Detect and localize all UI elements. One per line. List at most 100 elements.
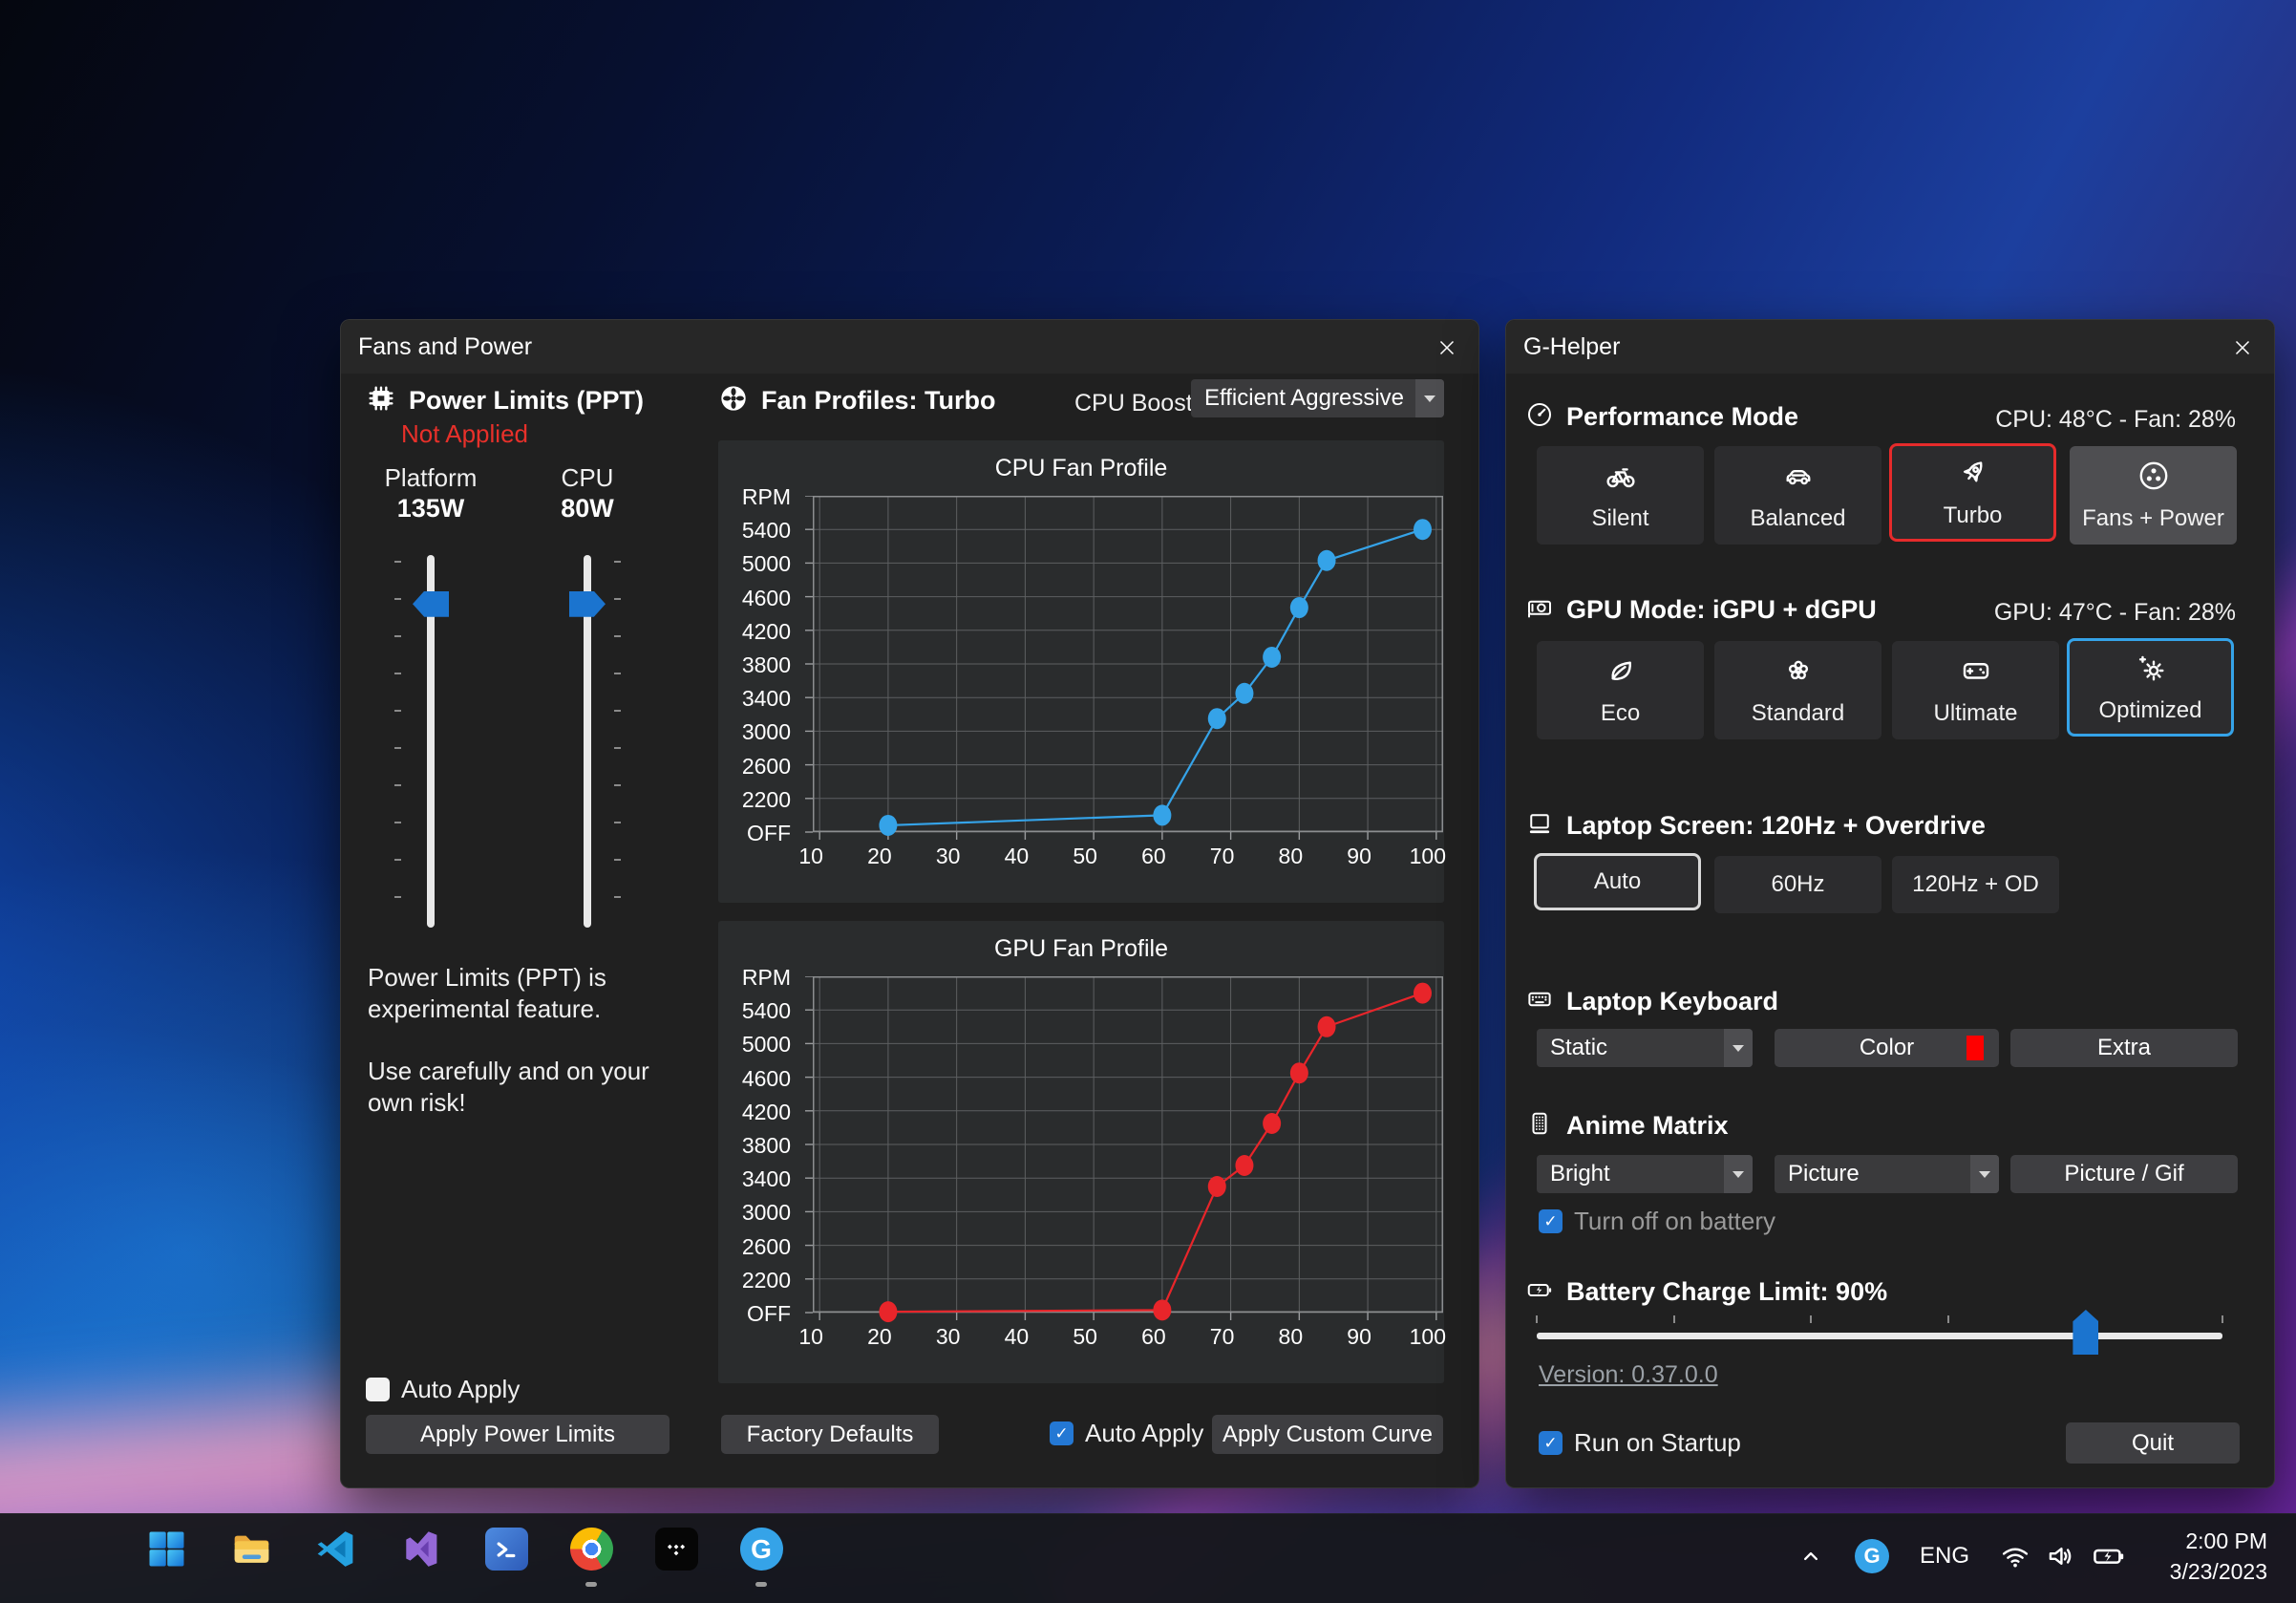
tray-speaker-icon[interactable]	[2042, 1537, 2080, 1575]
ghelper-titlebar[interactable]: G-Helper	[1506, 320, 2274, 374]
tray-ghelper-icon[interactable]: G	[1855, 1539, 1889, 1573]
fan-curve-point[interactable]	[879, 815, 897, 836]
screen-tile-120hz-od[interactable]: 120Hz + OD	[1892, 856, 2059, 913]
tray-battery-icon[interactable]	[2088, 1537, 2130, 1575]
apply-power-limits-button[interactable]: Apply Power Limits	[366, 1415, 670, 1454]
tray-language-indicator[interactable]: ENG	[1916, 1535, 1973, 1577]
cpu-value: 80W	[521, 494, 654, 524]
fan-curve-point[interactable]	[1414, 519, 1432, 540]
keyboard-extra-button[interactable]: Extra	[2010, 1029, 2238, 1067]
gpu-fan-chart[interactable]: GPU Fan Profile RPM540050004600420038003…	[718, 921, 1444, 1383]
fan-curve-point[interactable]	[1153, 804, 1171, 825]
perf-tile-turbo[interactable]: Turbo	[1889, 443, 2056, 542]
perf-tile-balanced[interactable]: Balanced	[1714, 446, 1881, 545]
apply-custom-curve-button[interactable]: Apply Custom Curve	[1212, 1415, 1443, 1454]
fan-curve-point[interactable]	[1414, 983, 1432, 1004]
fan-curve-point[interactable]	[1235, 683, 1253, 704]
fan-curve-point[interactable]	[1153, 1299, 1171, 1320]
platform-slider-ticks	[394, 561, 401, 926]
platform-slider-thumb[interactable]	[413, 591, 449, 617]
close-icon[interactable]	[1431, 331, 1463, 364]
taskbar-visual-studio-icon[interactable]	[393, 1528, 449, 1591]
cpu-slider-thumb[interactable]	[569, 591, 606, 617]
y-tick-label: OFF	[718, 1301, 791, 1327]
matrix-content-dropdown[interactable]: Picture	[1775, 1155, 1999, 1193]
x-tick-label: 30	[926, 1324, 970, 1350]
gamepad-icon	[1959, 653, 1993, 693]
gpu-tile-ultimate[interactable]: Ultimate	[1892, 641, 2059, 739]
tile-label: Silent	[1591, 505, 1648, 532]
version-link[interactable]: Version: 0.37.0.0	[1539, 1361, 1718, 1389]
curve-auto-apply-checkbox[interactable]: ✓ Auto Apply	[1050, 1419, 1203, 1448]
y-tick-label: 3000	[718, 719, 791, 745]
taskbar-chrome-icon[interactable]	[563, 1528, 619, 1591]
gpu-tile-standard[interactable]: Standard	[1714, 641, 1881, 739]
fan-curve-svg[interactable]	[804, 496, 1452, 847]
cpu-temp-status: CPU: 48°C - Fan: 28%	[1995, 406, 2236, 434]
fan-curve-point[interactable]	[1263, 647, 1281, 668]
checkbox-icon[interactable]	[366, 1378, 390, 1401]
fan-curve-point[interactable]	[1290, 597, 1308, 618]
x-tick-label: 70	[1201, 1324, 1244, 1350]
matrix-icon	[1525, 1109, 1554, 1143]
tray-chevron-up-icon[interactable]	[1794, 1535, 1828, 1577]
fan-curve-point[interactable]	[1318, 1016, 1336, 1037]
tray-date: 3/23/2023	[2170, 1556, 2267, 1587]
keyboard-icon	[1525, 985, 1554, 1018]
tile-label: 120Hz + OD	[1912, 871, 2039, 898]
chevron-down-icon	[1970, 1155, 1999, 1193]
fan-circle-icon	[2137, 459, 2171, 498]
fan-curve-point[interactable]	[1235, 1155, 1253, 1176]
taskbar-tidal-icon[interactable]	[648, 1528, 704, 1591]
fan-curve-svg[interactable]	[804, 976, 1452, 1328]
tray-time: 2:00 PM	[2170, 1526, 2267, 1556]
screen-tile-60hz[interactable]: 60Hz	[1714, 856, 1881, 913]
platform-value: 135W	[364, 494, 498, 524]
battery-limit-header: Battery Charge Limit: 90%	[1525, 1275, 1887, 1309]
power-limits-note-2: Use carefully and on your own risk!	[368, 1056, 673, 1119]
taskbar-ghelper-icon[interactable]: G	[733, 1528, 789, 1591]
rocket-icon	[1956, 456, 1990, 495]
checkbox-icon[interactable]: ✓	[1050, 1421, 1074, 1445]
fan-curve-point[interactable]	[1290, 1062, 1308, 1083]
matrix-brightness-dropdown[interactable]: Bright	[1537, 1155, 1753, 1193]
taskbar-start-icon[interactable]	[138, 1528, 194, 1591]
power-auto-apply-checkbox[interactable]: Auto Apply	[366, 1375, 520, 1404]
color-swatch[interactable]	[1966, 1036, 1984, 1060]
ghelper-title: G-Helper	[1523, 333, 1620, 361]
tray-wifi-icon[interactable]	[1996, 1537, 2034, 1575]
gpu-tile-eco[interactable]: Eco	[1537, 641, 1704, 739]
perf-tile-silent[interactable]: Silent	[1537, 446, 1704, 545]
battery-slider-track[interactable]	[1537, 1333, 2222, 1339]
fan-curve-point[interactable]	[879, 1301, 897, 1322]
factory-defaults-button[interactable]: Factory Defaults	[721, 1415, 939, 1454]
taskbar-powershell-icon[interactable]	[478, 1528, 534, 1591]
keyboard-color-button[interactable]: Color	[1775, 1029, 1999, 1067]
chart-plot-area[interactable]: RPM540050004600420038003400300026002200O…	[718, 496, 1444, 897]
quit-button[interactable]: Quit	[2066, 1422, 2240, 1464]
y-tick-label: 3000	[718, 1200, 791, 1226]
checkbox-icon[interactable]: ✓	[1539, 1209, 1563, 1233]
fan-curve-point[interactable]	[1263, 1113, 1281, 1134]
fan-curve-point[interactable]	[1208, 1176, 1226, 1197]
tray-clock[interactable]: 2:00 PM 3/23/2023	[2170, 1526, 2267, 1587]
gpu-tile-optimized[interactable]: Optimized	[2067, 638, 2234, 737]
taskbar-explorer-icon[interactable]	[223, 1528, 279, 1591]
ghelper-window: G-Helper Performance Mode CPU: 48°C - Fa…	[1505, 319, 2275, 1488]
screen-tile-auto[interactable]: Auto	[1534, 853, 1701, 910]
chart-plot-area[interactable]: RPM540050004600420038003400300026002200O…	[718, 976, 1444, 1378]
fans-window-titlebar[interactable]: Fans and Power	[341, 320, 1478, 374]
matrix-battery-checkbox[interactable]: ✓ Turn off on battery	[1539, 1207, 1775, 1236]
cpu-fan-chart[interactable]: CPU Fan Profile RPM540050004600420038003…	[718, 440, 1444, 903]
fan-curve-point[interactable]	[1208, 708, 1226, 729]
close-icon[interactable]	[2226, 331, 2259, 364]
cpu-boost-dropdown[interactable]: Efficient Aggressive	[1191, 379, 1444, 417]
fan-curve-point[interactable]	[1318, 550, 1336, 571]
keyboard-mode-dropdown[interactable]: Static	[1537, 1029, 1753, 1067]
matrix-picture-gif-button[interactable]: Picture / Gif	[2010, 1155, 2238, 1193]
y-tick-label: 2600	[718, 1234, 791, 1260]
perf-tile-fans-power[interactable]: Fans + Power	[2070, 446, 2237, 545]
checkbox-icon[interactable]: ✓	[1539, 1431, 1563, 1455]
run-on-startup-checkbox[interactable]: ✓ Run on Startup	[1539, 1428, 1741, 1458]
taskbar-vscode-icon[interactable]	[308, 1528, 364, 1591]
